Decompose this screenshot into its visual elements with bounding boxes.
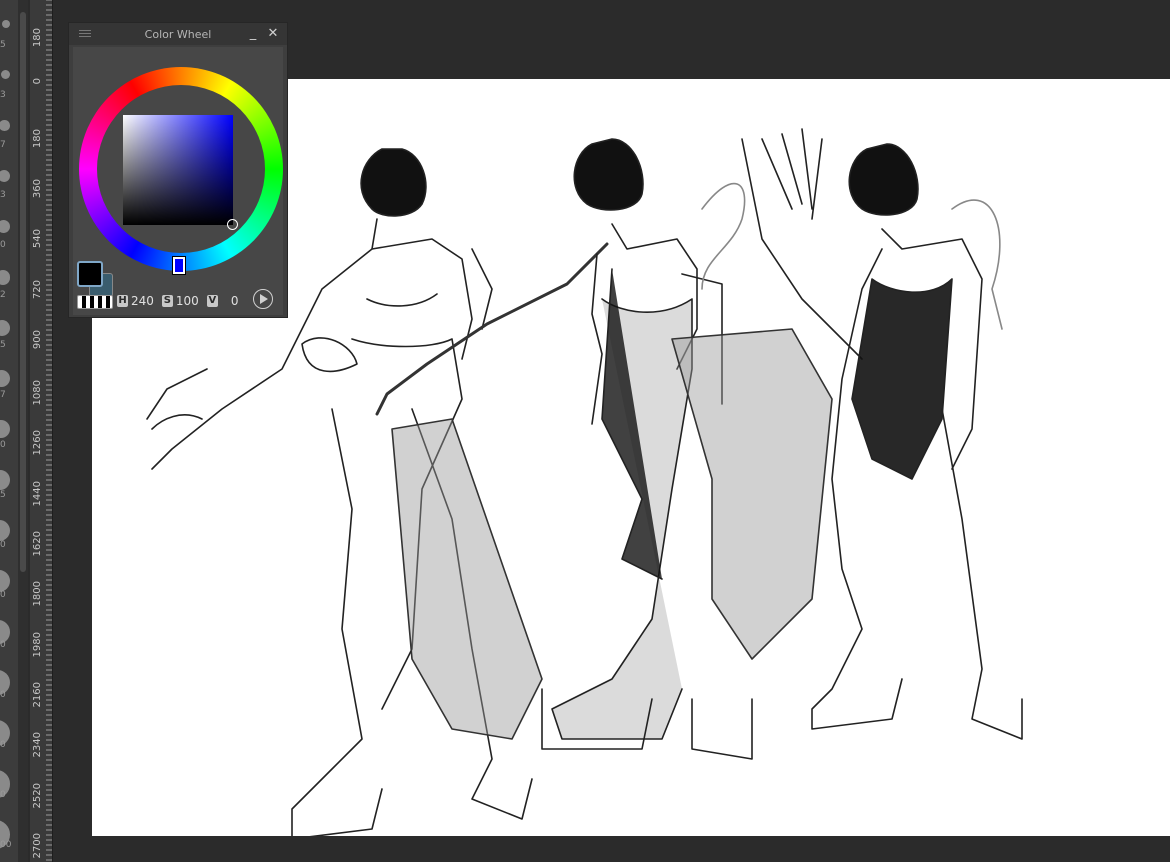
brush-size-label: 0 [0,790,6,800]
brush-size-item[interactable] [0,220,10,234]
hsv-readout: H 240 S 100 V 0 [117,293,243,309]
scrollbar-thumb[interactable] [20,12,26,572]
ruler-label: 1260 [32,430,43,456]
brush-size-label: 5 [0,490,6,500]
brush-size-item[interactable] [0,570,10,593]
brush-size-label: 0 [0,540,6,550]
brush-size-label: 5 [0,40,6,50]
ruler-label: 360 [32,178,43,198]
brush-size-item[interactable] [0,470,10,490]
brush-size-label: 0 [0,590,6,600]
ruler-label: 180 [32,128,43,148]
brush-size-label: 7 [0,140,6,150]
ruler-label: 1080 [32,380,43,406]
hue-key: H [117,295,128,307]
ruler-label: 2520 [32,782,43,808]
brush-size-item[interactable] [0,370,10,388]
saturation-key: S [161,295,173,307]
brush-size-label: 0 [0,640,6,650]
brush-palette-scrollbar[interactable] [18,0,28,862]
ruler-label: 2340 [32,732,43,758]
brush-size-label: 0 [0,240,6,250]
hue-cursor[interactable] [173,257,185,274]
ruler-label: 900 [32,329,43,349]
brush-size-label: 2 [0,290,6,300]
panel-titlebar[interactable]: Color Wheel _ ✕ [69,23,287,45]
brush-size-label: 00 [0,840,12,850]
sv-cursor[interactable] [227,219,238,230]
main-color-swatch[interactable] [77,261,103,287]
saturation-value[interactable]: 100 [176,294,199,308]
brush-size-item[interactable] [0,320,10,336]
brush-size-label: 0 [0,440,6,450]
brush-size-label: 5 [0,340,6,350]
brush-size-item[interactable] [0,170,10,182]
color-wheel-panel: Color Wheel _ ✕ H 240 S 100 V 0 [68,22,288,318]
ruler-label: 1440 [32,480,43,507]
ruler-label: 540 [32,229,43,249]
close-icon[interactable]: ✕ [265,26,281,42]
brush-size-label: 3 [0,190,6,200]
hue-value[interactable]: 240 [131,294,154,308]
brush-size-item[interactable] [0,270,10,285]
ruler-label: 2700 [32,832,43,859]
brush-size-item[interactable] [0,420,10,439]
value-value[interactable]: 0 [231,294,239,308]
ruler-label: 1620 [32,531,43,557]
ruler-label: 2160 [32,681,43,708]
figure-2-sketch [375,138,833,760]
brush-size-label: 3 [0,90,6,100]
saturation-value-square[interactable] [123,115,233,225]
brush-size-item[interactable] [0,70,10,80]
brush-size-item[interactable] [0,520,10,541]
ruler-label: 0 [32,78,43,85]
value-key: V [206,295,218,307]
brush-size-palette: 5 3 7 3 0 2 5 7 0 5 0 0 0 0 0 0 00 [0,0,19,862]
color-mode-toggle-icon[interactable] [253,289,273,309]
brush-size-label: 0 [0,690,6,700]
color-wheel-body: H 240 S 100 V 0 [73,47,283,315]
brush-size-label: 7 [0,390,6,400]
ruler-label: 180 [32,28,43,48]
transparent-color-swatch[interactable] [77,295,113,309]
vertical-ruler: 180 0 180 360 540 720 900 1080 1260 1440 1620 1800 1… [30,0,53,862]
brush-size-item[interactable] [0,120,10,131]
ruler-label: 720 [32,279,43,299]
minimize-icon[interactable]: _ [245,26,261,42]
ruler-label: 1980 [32,631,43,658]
brush-size-label: 0 [0,740,6,750]
ruler-label: 1800 [32,581,43,607]
brush-size-item[interactable] [2,20,10,28]
